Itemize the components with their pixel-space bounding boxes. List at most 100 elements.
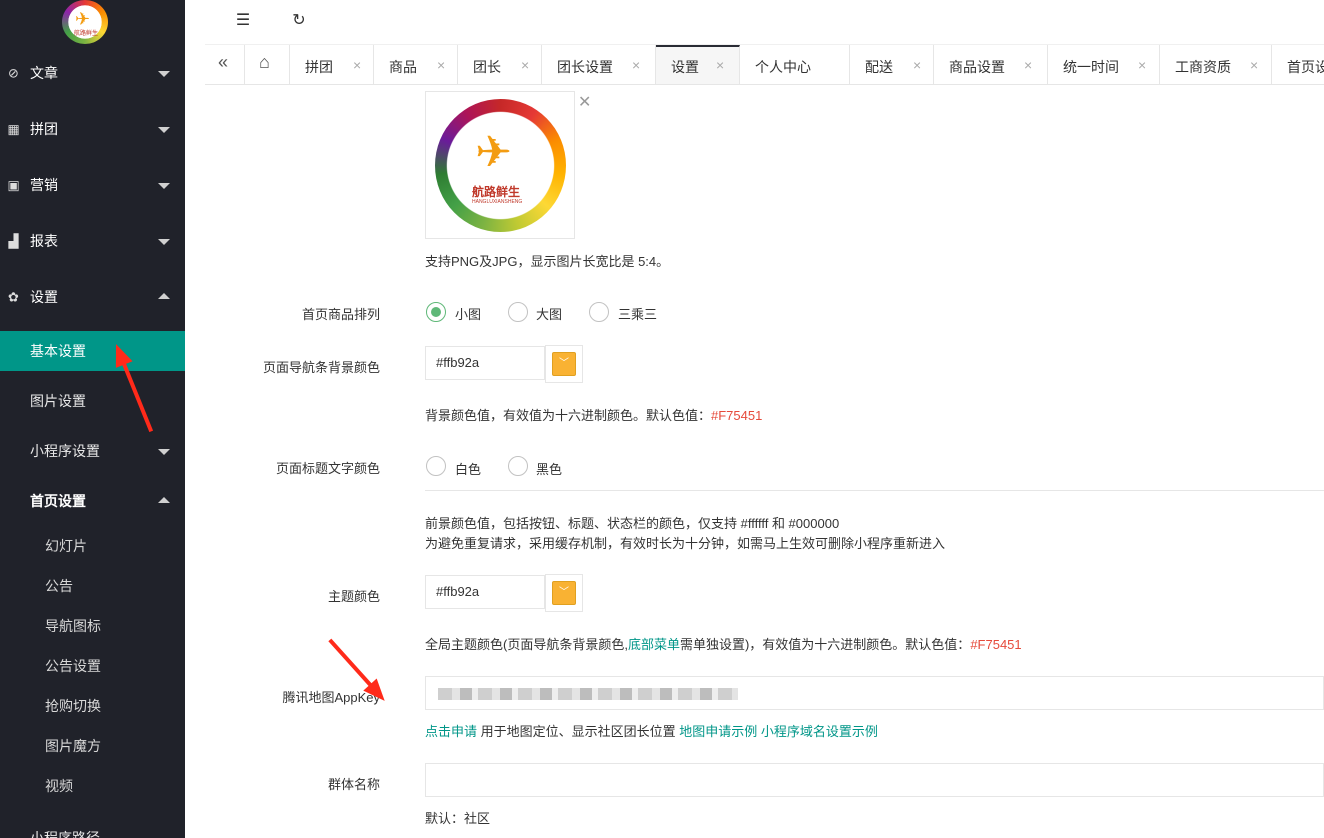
redacted-key bbox=[438, 688, 738, 700]
sidebar-menu-settings[interactable]: ✿ 设置 bbox=[0, 269, 185, 325]
tab-groupbuy[interactable]: 拼团 × bbox=[290, 45, 374, 84]
tab-settings[interactable]: 设置 × bbox=[656, 45, 740, 84]
menu-label: 营销 bbox=[30, 177, 58, 193]
sidebar-item-home-settings[interactable]: 首页设置 bbox=[0, 481, 185, 521]
menu-label: 文章 bbox=[30, 65, 58, 81]
tab-home-settings[interactable]: 首页设 bbox=[1272, 45, 1324, 84]
chevron-down-icon bbox=[158, 127, 170, 133]
close-icon[interactable]: × bbox=[521, 57, 529, 73]
radio-black[interactable] bbox=[508, 456, 528, 476]
radio-white[interactable] bbox=[426, 456, 446, 476]
tab-label: 设置 bbox=[671, 59, 699, 75]
sidebar-item-label: 小程序设置 bbox=[30, 443, 100, 459]
sidebar-menu-groupbuy[interactable]: ▦ 拼团 bbox=[0, 101, 185, 157]
refresh-icon[interactable]: ↻ bbox=[289, 10, 309, 32]
group-name-input[interactable] bbox=[425, 763, 1324, 797]
sidebar-subitem-nav-icons[interactable]: 导航图标 bbox=[0, 606, 185, 646]
sidebar-menu-report[interactable]: ▟ 报表 bbox=[0, 213, 185, 269]
sidebar-item-label: 幻灯片 bbox=[45, 538, 87, 554]
tab-goods-settings[interactable]: 商品设置 × bbox=[934, 45, 1048, 84]
sidebar-subitem-flash-switch[interactable]: 抢购切换 bbox=[0, 686, 185, 726]
logo-text: 航路鲜生 bbox=[74, 31, 99, 37]
chevron-up-icon bbox=[158, 293, 170, 299]
close-icon[interactable]: × bbox=[913, 57, 921, 73]
map-appkey-input[interactable] bbox=[425, 676, 1324, 710]
hint-text: 用于地图定位、显示社区团长位置 bbox=[477, 724, 680, 739]
sidebar-item-miniprogram-settings[interactable]: 小程序设置 bbox=[0, 431, 185, 471]
chevron-down-icon bbox=[158, 71, 170, 77]
close-icon[interactable]: × bbox=[1138, 57, 1146, 73]
bottom-menu-link[interactable]: 底部菜单 bbox=[628, 637, 680, 652]
radio-three-by-three[interactable] bbox=[589, 302, 609, 322]
home-icon: ⌂ bbox=[259, 52, 270, 72]
tab-goods[interactable]: 商品 × bbox=[374, 45, 458, 84]
sidebar-item-miniprogram-path[interactable]: 小程序路径 bbox=[0, 818, 185, 838]
title-color-hint: 前景颜色值，包括按钮、标题、状态栏的颜色，仅支持 #ffffff 和 #0000… bbox=[425, 516, 840, 531]
menu-label: 拼团 bbox=[30, 121, 58, 137]
radio-label: 白色 bbox=[455, 462, 482, 477]
sidebar-menu-article[interactable]: ⊘ 文章 bbox=[0, 45, 185, 101]
tabs-scroll-left-button[interactable]: « bbox=[205, 45, 245, 84]
close-icon[interactable]: × bbox=[353, 57, 361, 73]
nav-bg-hint: 背景颜色值，有效值为十六进制颜色。默认色值：#F75451 bbox=[425, 405, 762, 424]
compass-icon: ⊘ bbox=[8, 65, 19, 81]
chevron-down-icon: ﹀ bbox=[552, 352, 576, 376]
tab-home[interactable]: ⌂ bbox=[245, 45, 290, 84]
nav-bg-color-picker[interactable]: ﹀ bbox=[545, 345, 583, 383]
sidebar-subitem-image-cube[interactable]: 图片魔方 bbox=[0, 726, 185, 766]
sidebar-subitem-video[interactable]: 视频 bbox=[0, 766, 185, 806]
tab-leader-settings[interactable]: 团长设置 × bbox=[542, 45, 656, 84]
sidebar-item-basic-settings[interactable]: 基本设置 bbox=[0, 331, 185, 371]
sidebar-subitem-notice[interactable]: 公告 bbox=[0, 566, 185, 606]
close-icon[interactable]: × bbox=[437, 57, 445, 73]
group-name-hint: 默认：社区 bbox=[425, 811, 491, 826]
close-icon[interactable]: × bbox=[632, 57, 640, 73]
map-appkey-hint: 点击申请 用于地图定位、显示社区团长位置 地图申请示例 小程序域名设置示例 bbox=[425, 721, 878, 740]
tab-bar: « ⌂ 拼团 × 商品 × 团长 × 团长设置 × 设置 × 个人中心 配送 × 商品设置 ×… bbox=[205, 44, 1324, 85]
tab-unified-time[interactable]: 统一时间 × bbox=[1048, 45, 1160, 84]
sidebar-item-label: 公告 bbox=[45, 578, 73, 594]
group-name-label: 群体名称 bbox=[327, 777, 380, 792]
plane-icon: ✈ bbox=[75, 9, 91, 29]
cache-hint: 为避免重复请求，采用缓存机制，有效时长为十分钟，如需马上生效可删除小程序重新进入 bbox=[425, 536, 946, 551]
indent-icon[interactable]: ☰ bbox=[233, 10, 253, 32]
chevron-down-icon bbox=[158, 183, 170, 189]
radio-small-image[interactable] bbox=[426, 302, 446, 322]
sidebar-subitem-notice-settings[interactable]: 公告设置 bbox=[0, 646, 185, 686]
brand-logo[interactable]: ✈ 航路鲜生 bbox=[62, 0, 108, 44]
close-icon[interactable]: × bbox=[1024, 57, 1032, 73]
tab-label: 首页设 bbox=[1287, 59, 1324, 75]
sidebar-item-image-settings[interactable]: 图片设置 bbox=[0, 381, 185, 421]
sidebar-menu-marketing[interactable]: ▣ 营销 bbox=[0, 157, 185, 213]
sidebar-item-label: 抢购切换 bbox=[45, 698, 101, 714]
domain-example-link[interactable]: 小程序域名设置示例 bbox=[761, 724, 878, 739]
theme-color-picker[interactable]: ﹀ bbox=[545, 574, 583, 612]
logo-image-preview[interactable]: ✈ 航路鲜生 HANGLUXIANSHENG bbox=[425, 91, 575, 239]
tab-label: 工商资质 bbox=[1175, 59, 1231, 75]
logo-text: 航路鲜生 bbox=[472, 185, 521, 199]
grid-icon: ▦ bbox=[7, 121, 20, 137]
close-icon[interactable]: ✕ bbox=[578, 92, 591, 112]
sidebar-item-label: 首页设置 bbox=[30, 493, 86, 509]
theme-color-input[interactable]: #ffb92a bbox=[425, 575, 545, 609]
tab-delivery[interactable]: 配送 × bbox=[850, 45, 934, 84]
map-example-link[interactable]: 地图申请示例 bbox=[679, 724, 757, 739]
tab-user-center[interactable]: 个人中心 bbox=[740, 45, 850, 84]
theme-color-label: 主题颜色 bbox=[327, 589, 380, 604]
logo-subtext: HANGLUXIANSHENG bbox=[472, 199, 523, 205]
tab-leader[interactable]: 团长 × bbox=[458, 45, 542, 84]
apply-link[interactable]: 点击申请 bbox=[425, 724, 477, 739]
radio-label: 黑色 bbox=[536, 462, 563, 477]
gear-icon: ✿ bbox=[8, 289, 19, 305]
sidebar: ✈ 航路鲜生 ⊘ 文章 ▦ 拼团 ▣ 营销 ▟ 报表 ✿ 设置 基本设置 图片设… bbox=[0, 0, 185, 838]
nav-bg-color-input[interactable]: #ffb92a bbox=[425, 346, 545, 380]
radio-large-image[interactable] bbox=[508, 302, 528, 322]
goods-layout-label: 首页商品排列 bbox=[301, 307, 380, 322]
plane-icon: ✈ bbox=[475, 128, 512, 177]
sidebar-subitem-slides[interactable]: 幻灯片 bbox=[0, 526, 185, 566]
close-icon[interactable]: × bbox=[716, 57, 724, 73]
tab-label: 团长 bbox=[473, 59, 501, 75]
close-icon[interactable]: × bbox=[1250, 57, 1258, 73]
tab-business-license[interactable]: 工商资质 × bbox=[1160, 45, 1272, 84]
menu-label: 设置 bbox=[30, 289, 58, 305]
